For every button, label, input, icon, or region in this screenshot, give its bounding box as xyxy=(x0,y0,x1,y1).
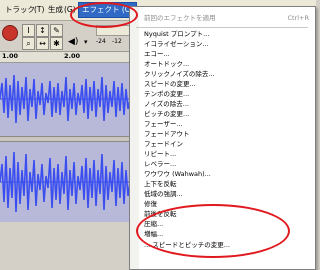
envelope-tool-icon[interactable]: ↕ xyxy=(36,24,49,37)
zoom-tool-icon[interactable]: ⌕ xyxy=(22,37,35,50)
waveform-left xyxy=(0,74,130,124)
menu-item[interactable]: テンポの変更... xyxy=(144,89,189,99)
menu-item[interactable]: 低域の強調... xyxy=(144,189,183,199)
menu-item[interactable]: クリックノイズの除去... xyxy=(144,69,215,79)
ruler-tick: 1.00 xyxy=(2,52,19,60)
empty-track-area[interactable] xyxy=(0,222,130,268)
speaker-icon: ◀) xyxy=(68,37,79,47)
record-button[interactable] xyxy=(2,25,18,41)
menu-item[interactable]: フェードイン xyxy=(144,139,183,149)
ruler-tick: 2.00 xyxy=(64,52,81,60)
menu-item[interactable]: フェードアウト xyxy=(144,129,190,139)
menu-nyquist-prompt[interactable]: Nyquist プロンプト... xyxy=(144,29,209,39)
annotation-ring-amplify xyxy=(136,204,290,258)
menu-item[interactable]: 修復 xyxy=(144,199,157,209)
menu-separator xyxy=(136,27,308,28)
annotation-ring-effect-menu xyxy=(70,2,138,28)
meter-label-2: -12 xyxy=(112,38,122,45)
timeshift-tool-icon[interactable]: ↔ xyxy=(36,37,49,50)
timeline-ruler[interactable]: 1.00 2.00 xyxy=(0,51,130,63)
audio-track-left[interactable] xyxy=(0,63,130,136)
multi-tool-icon[interactable]: ✱ xyxy=(50,37,63,50)
menu-item[interactable]: イコライゼーション... xyxy=(144,39,209,49)
menu-item[interactable]: リピート... xyxy=(144,149,176,159)
draw-tool-icon[interactable]: ✎ xyxy=(50,24,63,37)
menu-item[interactable]: エコー... xyxy=(144,49,170,59)
menu-item[interactable]: スピードの変更... xyxy=(144,79,196,89)
menu-item[interactable]: フェーザー... xyxy=(144,119,183,129)
meter-label-1: -24 xyxy=(96,38,106,45)
select-tool-icon[interactable]: I xyxy=(22,24,35,37)
audacity-window: トラック (T) 生成 (G) エフェクト (C) I ↕ ✎ ⌕ ↔ ✱ ◀)… xyxy=(0,0,316,270)
menu-item[interactable]: ワウワウ (Wahwah)... xyxy=(144,169,211,179)
menu-item[interactable]: ノイズの除去... xyxy=(144,99,189,109)
audio-track-right[interactable] xyxy=(0,142,130,222)
waveform-right xyxy=(0,151,130,213)
menu-item[interactable]: ピッチの変更... xyxy=(144,109,189,119)
menu-item[interactable]: 上下を反転 xyxy=(144,179,177,189)
chevron-down-icon[interactable]: ▾ xyxy=(84,38,88,46)
menu-item[interactable]: オートドック... xyxy=(144,59,189,69)
menu-repeat-last-effect[interactable]: 前回のエフェクトを適用 xyxy=(144,13,216,23)
menu-repeat-shortcut: Ctrl+R xyxy=(287,14,309,22)
menu-item[interactable]: レベラー... xyxy=(144,159,176,169)
